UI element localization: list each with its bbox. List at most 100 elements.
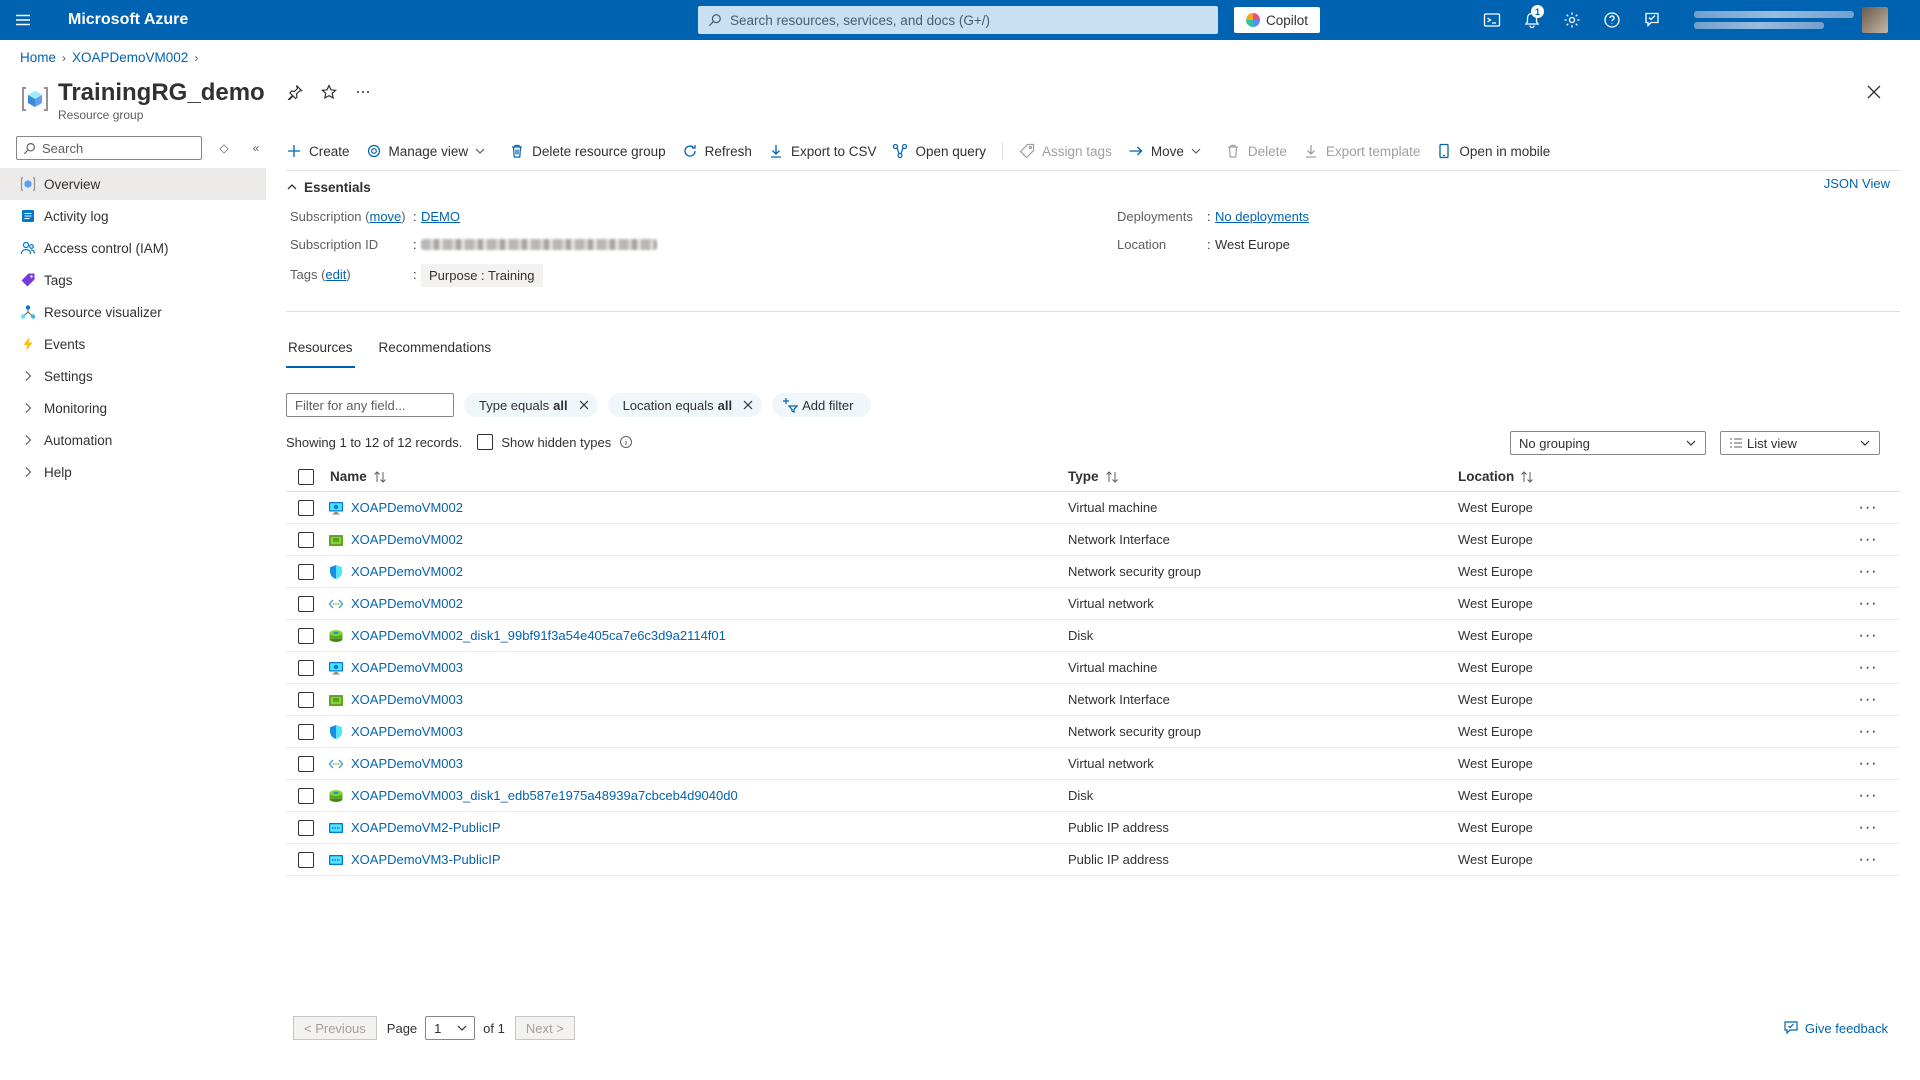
filter-input[interactable] — [286, 393, 454, 417]
more-options-icon[interactable]: ··· — [1848, 723, 1888, 741]
sidebar-item-tags[interactable]: Tags — [0, 264, 266, 296]
add-filter-button[interactable]: Add filter — [772, 393, 872, 417]
give-feedback-link[interactable]: Give feedback — [1783, 1020, 1888, 1036]
brand-title[interactable]: Microsoft Azure — [68, 11, 698, 29]
more-options-icon[interactable]: ··· — [1848, 531, 1888, 549]
more-options-icon[interactable]: ··· — [1848, 659, 1888, 677]
resource-name-link[interactable]: XOAPDemoVM003 — [351, 692, 463, 707]
more-options-icon[interactable]: ··· — [1848, 595, 1888, 613]
feedback-icon[interactable] — [1632, 0, 1672, 40]
refresh-button[interactable]: Refresh — [682, 143, 752, 159]
essentials-toggle[interactable]: Essentials — [286, 175, 1900, 199]
resource-name-link[interactable]: XOAPDemoVM003_disk1_edb587e1975a48939a7c… — [351, 788, 738, 803]
row-checkbox[interactable] — [298, 627, 314, 644]
breadcrumb-home[interactable]: Home — [20, 50, 56, 65]
avatar[interactable] — [1862, 7, 1889, 33]
more-options-icon[interactable]: ··· — [1848, 787, 1888, 805]
sidebar-item-automation[interactable]: Automation — [0, 424, 266, 456]
more-options-icon[interactable]: ··· — [1848, 755, 1888, 773]
show-hidden-types[interactable]: Show hidden types — [477, 434, 633, 450]
favorite-star-icon[interactable] — [319, 82, 339, 102]
help-icon[interactable] — [1592, 0, 1632, 40]
type-filter-pill[interactable]: Type equals all — [464, 393, 598, 417]
pin-icon[interactable] — [285, 82, 305, 102]
delete-resource-group-button[interactable]: Delete resource group — [509, 143, 666, 159]
global-search[interactable] — [698, 6, 1218, 34]
copilot-button[interactable]: Copilot — [1234, 7, 1321, 33]
row-checkbox[interactable] — [298, 723, 314, 740]
resource-name-link[interactable]: XOAPDemoVM002 — [351, 564, 463, 579]
export-template-button[interactable]: Export template — [1303, 143, 1420, 159]
manage-view-button[interactable]: Manage view — [366, 143, 494, 159]
cloud-shell-icon[interactable] — [1472, 0, 1512, 40]
row-checkbox[interactable] — [298, 499, 314, 516]
next-page-button[interactable]: Next > — [514, 1016, 575, 1040]
row-checkbox[interactable] — [298, 755, 314, 772]
row-checkbox[interactable] — [298, 851, 314, 868]
more-options-icon[interactable]: ··· — [1848, 563, 1888, 581]
sidebar-item-monitoring[interactable]: Monitoring — [0, 392, 266, 424]
move-button[interactable]: Move — [1128, 143, 1209, 159]
select-all-checkbox[interactable] — [298, 468, 314, 485]
expand-collapse-icon[interactable]: ◇ — [214, 138, 234, 158]
close-icon[interactable] — [742, 399, 754, 411]
create-button[interactable]: Create — [286, 143, 350, 159]
nav-search-input[interactable] — [42, 140, 192, 156]
settings-gear-icon[interactable] — [1552, 0, 1592, 40]
resource-name-link[interactable]: XOAPDemoVM003 — [351, 660, 463, 675]
previous-page-button[interactable]: < Previous — [293, 1016, 377, 1040]
export-csv-button[interactable]: Export to CSV — [768, 143, 876, 159]
subscription-link[interactable]: DEMO — [421, 209, 460, 224]
location-filter-pill[interactable]: Location equals all — [607, 393, 763, 417]
resource-name-link[interactable]: XOAPDemoVM002 — [351, 500, 463, 515]
delete-button[interactable]: Delete — [1225, 143, 1287, 159]
sidebar-item-iam[interactable]: Access control (IAM) — [0, 232, 266, 264]
close-icon[interactable] — [578, 399, 590, 411]
move-link[interactable]: move — [370, 209, 402, 224]
grouping-dropdown[interactable]: No grouping — [1510, 431, 1706, 455]
notifications-icon[interactable]: 1 — [1512, 0, 1552, 40]
sidebar-item-events[interactable]: Events — [0, 328, 266, 360]
collapse-nav-icon[interactable]: « — [246, 138, 266, 158]
tab-recommendations[interactable]: Recommendations — [377, 340, 494, 368]
sidebar-item-overview[interactable]: Overview — [0, 168, 266, 200]
column-header-location[interactable]: Location — [1458, 469, 1848, 484]
sidebar-item-activity-log[interactable]: Activity log — [0, 200, 266, 232]
close-icon[interactable] — [1864, 82, 1884, 102]
column-header-name[interactable]: Name — [316, 469, 1068, 484]
page-select[interactable]: 1 — [425, 1016, 476, 1040]
row-checkbox[interactable] — [298, 787, 314, 804]
row-checkbox[interactable] — [298, 691, 314, 708]
row-checkbox[interactable] — [298, 819, 314, 836]
open-in-mobile-button[interactable]: Open in mobile — [1436, 143, 1550, 159]
row-checkbox[interactable] — [298, 563, 314, 580]
nav-search-box[interactable] — [16, 136, 202, 160]
deployments-link[interactable]: No deployments — [1215, 209, 1309, 224]
sidebar-item-settings[interactable]: Settings — [0, 360, 266, 392]
more-options-icon[interactable]: ··· — [1848, 691, 1888, 709]
more-options-icon[interactable]: ··· — [1848, 627, 1888, 645]
menu-icon[interactable] — [0, 0, 46, 40]
resource-name-link[interactable]: XOAPDemoVM002 — [351, 596, 463, 611]
resource-name-link[interactable]: XOAPDemoVM3-PublicIP — [351, 852, 501, 867]
row-checkbox[interactable] — [298, 659, 314, 676]
info-icon[interactable] — [619, 435, 633, 449]
column-header-type[interactable]: Type — [1068, 469, 1458, 484]
show-hidden-checkbox[interactable] — [477, 434, 494, 450]
breadcrumb-vm[interactable]: XOAPDemoVM002 — [72, 50, 188, 65]
json-view-link[interactable]: JSON View — [1824, 176, 1890, 191]
view-dropdown[interactable]: List view — [1720, 431, 1880, 455]
global-search-input[interactable] — [730, 12, 1210, 28]
sidebar-item-resource-visualizer[interactable]: Resource visualizer — [0, 296, 266, 328]
more-options-icon[interactable] — [353, 82, 373, 102]
assign-tags-button[interactable]: Assign tags — [1019, 143, 1112, 159]
resource-name-link[interactable]: XOAPDemoVM002 — [351, 532, 463, 547]
tab-resources[interactable]: Resources — [286, 340, 355, 368]
more-options-icon[interactable]: ··· — [1848, 851, 1888, 869]
edit-tags-link[interactable]: edit — [325, 267, 346, 282]
more-options-icon[interactable]: ··· — [1848, 499, 1888, 517]
account-menu[interactable] — [1694, 7, 1889, 33]
tag-chip[interactable]: Purpose : Training — [421, 264, 543, 287]
open-query-button[interactable]: Open query — [892, 143, 986, 159]
sidebar-item-help[interactable]: Help — [0, 456, 266, 488]
